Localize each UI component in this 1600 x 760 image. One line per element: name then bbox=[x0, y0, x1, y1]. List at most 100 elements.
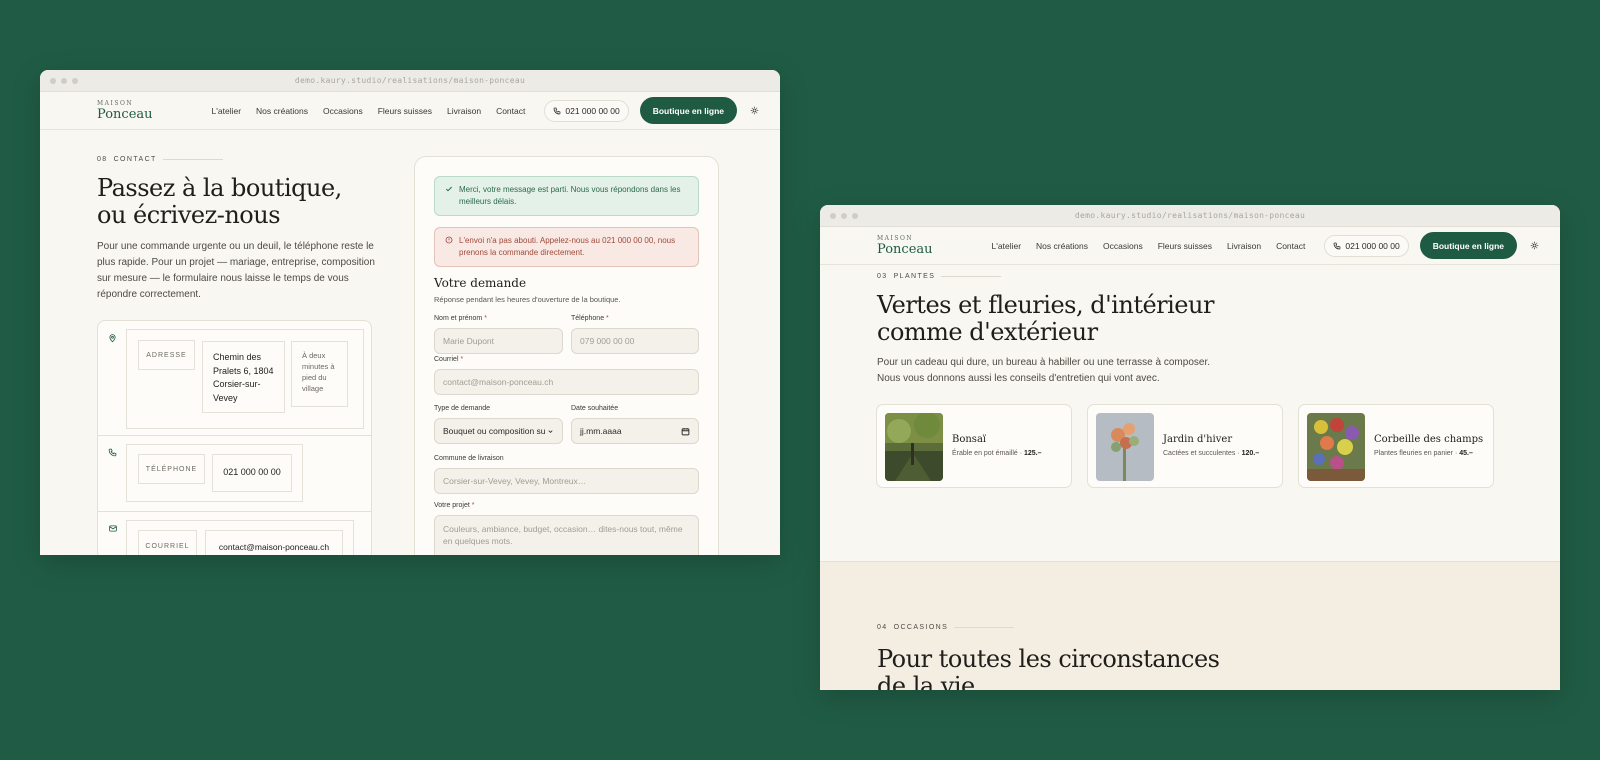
main-menu: L'atelier Nos créations Occasions Fleurs… bbox=[992, 241, 1306, 251]
section-eyebrow: 04 OCCASIONS bbox=[877, 624, 1015, 631]
nav-item-contact[interactable]: Contact bbox=[1276, 241, 1305, 251]
contact-intro: 08 CONTACT Passez à la boutique, ou écri… bbox=[97, 156, 377, 303]
calendar-icon[interactable] bbox=[681, 427, 690, 436]
nav-item-atelier[interactable]: L'atelier bbox=[212, 106, 242, 116]
nav-item-fleurs-suisses[interactable]: Fleurs suisses bbox=[1158, 241, 1212, 251]
shop-button[interactable]: Boutique en ligne bbox=[639, 97, 738, 124]
theme-toggle[interactable] bbox=[1525, 237, 1543, 255]
form-title: Votre demande bbox=[434, 276, 527, 290]
logo-top: MAISON bbox=[97, 99, 134, 107]
check-icon bbox=[445, 186, 453, 192]
nav-item-livraison[interactable]: Livraison bbox=[1227, 241, 1261, 251]
section-label: OCCASIONS bbox=[893, 624, 949, 631]
tel-input[interactable]: 079 000 00 00 bbox=[571, 328, 699, 354]
info-row-address: ADRESSE Chemin des Pralets 6, 1804 Corsi… bbox=[98, 321, 371, 436]
card-subtitle: Plantes fleuries en panier · 45.– bbox=[1374, 450, 1473, 457]
occasions-section: 04 OCCASIONS Pour toutes les circonstanc… bbox=[820, 561, 1560, 690]
window-controls bbox=[50, 78, 78, 84]
corbeille-image bbox=[1307, 413, 1365, 481]
card-title: Corbeille des champs bbox=[1374, 434, 1484, 445]
nav-item-livraison[interactable]: Livraison bbox=[447, 106, 481, 116]
phone-icon bbox=[1333, 242, 1341, 249]
browser-chrome: demo.kaury.studio/realisations/maison-po… bbox=[40, 70, 780, 92]
window-dot-close[interactable] bbox=[830, 213, 836, 219]
site-header: MAISON Ponceau L'atelier Nos créations O… bbox=[820, 227, 1560, 265]
window-dot-minimize[interactable] bbox=[841, 213, 847, 219]
section-eyebrow: 08 CONTACT bbox=[97, 156, 377, 163]
commune-input[interactable]: Corsier-sur-Vevey, Vevey, Montreux… bbox=[434, 468, 699, 494]
type-select[interactable]: Bouquet ou composition su bbox=[434, 418, 563, 444]
site-logo[interactable]: MAISON Ponceau bbox=[97, 99, 153, 121]
window-dot-minimize[interactable] bbox=[61, 78, 67, 84]
phone-button[interactable]: 021 000 00 00 bbox=[544, 99, 629, 122]
card-desc: Plantes fleuries en panier · bbox=[1374, 450, 1458, 457]
browser-window-contact: demo.kaury.studio/realisations/maison-po… bbox=[40, 70, 780, 555]
shop-button[interactable]: Boutique en ligne bbox=[1419, 232, 1518, 259]
card-subtitle: Érable en pot émaillé · 125.– bbox=[952, 450, 1042, 457]
nav-item-fleurs-suisses[interactable]: Fleurs suisses bbox=[378, 106, 432, 116]
email-placeholder: contact@maison-ponceau.ch bbox=[443, 377, 554, 387]
type-selected-value: Bouquet ou composition su bbox=[443, 426, 546, 436]
card-desc: Cactées et succulentes · bbox=[1163, 450, 1240, 457]
email-label: Courriel * bbox=[434, 356, 463, 363]
address-value-box: Chemin des Pralets 6, 1804 Corsier-sur-V… bbox=[202, 341, 285, 413]
tel-placeholder: 079 000 00 00 bbox=[580, 336, 635, 346]
phone-icon bbox=[108, 448, 117, 457]
map-pin-icon bbox=[109, 334, 116, 343]
window-dot-maximize[interactable] bbox=[852, 213, 858, 219]
plant-cards: Bonsaï Érable en pot émaillé · 125.– Jar… bbox=[876, 404, 1494, 488]
address-value[interactable]: Chemin des Pralets 6, 1804 Corsier-sur-V… bbox=[213, 351, 274, 405]
page-title: Passez à la boutique, ou écrivez-nous bbox=[97, 174, 342, 229]
address-bar-url[interactable]: demo.kaury.studio/realisations/maison-po… bbox=[820, 205, 1560, 227]
window-dot-maximize[interactable] bbox=[72, 78, 78, 84]
section-label: PLANTES bbox=[893, 273, 936, 280]
required-mark: * bbox=[484, 315, 487, 322]
address-note-box: À deux minutes à pied du village bbox=[291, 341, 348, 407]
address-bar-url[interactable]: demo.kaury.studio/realisations/maison-po… bbox=[40, 70, 780, 92]
phone-button[interactable]: 021 000 00 00 bbox=[1324, 234, 1409, 257]
logo-top: MAISON bbox=[877, 234, 914, 242]
required-mark: * bbox=[460, 356, 464, 363]
section-number: 08 bbox=[97, 156, 108, 163]
name-input[interactable]: Marie Dupont bbox=[434, 328, 563, 354]
product-card-bonsai[interactable]: Bonsaï Érable en pot émaillé · 125.– bbox=[876, 404, 1072, 488]
success-message: Merci, votre message est parti. Nous vou… bbox=[459, 185, 681, 206]
tel-label: Téléphone * bbox=[571, 315, 609, 322]
nav-item-contact[interactable]: Contact bbox=[496, 106, 525, 116]
browser-window-plantes: demo.kaury.studio/realisations/maison-po… bbox=[820, 205, 1560, 690]
plantes-intro: 03 PLANTES Vertes et fleuries, d'intérie… bbox=[877, 273, 1257, 387]
window-dot-close[interactable] bbox=[50, 78, 56, 84]
occasions-title: Pour toutes les circonstances de la vie bbox=[877, 645, 1220, 691]
section-title: Vertes et fleuries, d'intérieur comme d'… bbox=[877, 291, 1214, 346]
nav-item-creations[interactable]: Nos créations bbox=[256, 106, 308, 116]
jardin-hiver-image bbox=[1096, 413, 1154, 481]
product-card-corbeille[interactable]: Corbeille des champs Plantes fleuries en… bbox=[1298, 404, 1494, 488]
section-label: CONTACT bbox=[113, 156, 157, 163]
card-price: 125.– bbox=[1024, 450, 1042, 457]
email-label-box: COURRIEL bbox=[138, 530, 197, 555]
product-card-jardin-hiver[interactable]: Jardin d'hiver Cactées et succulentes · … bbox=[1087, 404, 1283, 488]
theme-toggle[interactable] bbox=[745, 102, 763, 120]
email-value-box: contact@maison-ponceau.ch bbox=[205, 530, 343, 555]
nav-item-creations[interactable]: Nos créations bbox=[1036, 241, 1088, 251]
window-controls bbox=[830, 213, 858, 219]
type-label: Type de demande bbox=[434, 405, 491, 412]
info-row-email: COURRIEL contact@maison-ponceau.ch bbox=[98, 512, 371, 555]
phone-label: 021 000 00 00 bbox=[565, 105, 620, 116]
nav-item-occasions[interactable]: Occasions bbox=[1103, 241, 1143, 251]
project-textarea[interactable]: Couleurs, ambiance, budget, occasion… di… bbox=[434, 515, 699, 555]
email-input[interactable]: contact@maison-ponceau.ch bbox=[434, 369, 699, 395]
nav-item-atelier[interactable]: L'atelier bbox=[992, 241, 1022, 251]
phone-info-value[interactable]: 021 000 00 00 bbox=[223, 466, 281, 480]
commune-placeholder: Corsier-sur-Vevey, Vevey, Montreux… bbox=[443, 476, 587, 486]
address-label: ADRESSE bbox=[146, 351, 187, 359]
project-label: Votre projet * bbox=[434, 502, 475, 509]
nav-item-occasions[interactable]: Occasions bbox=[323, 106, 363, 116]
date-value: jj.mm.aaaa bbox=[580, 426, 622, 436]
project-label-text: Votre projet bbox=[434, 502, 470, 509]
email-info-value[interactable]: contact@maison-ponceau.ch bbox=[219, 541, 329, 555]
required-mark: * bbox=[606, 315, 609, 322]
required-mark: * bbox=[471, 502, 475, 509]
site-logo[interactable]: MAISON Ponceau bbox=[877, 234, 933, 256]
date-input[interactable]: jj.mm.aaaa bbox=[571, 418, 699, 444]
